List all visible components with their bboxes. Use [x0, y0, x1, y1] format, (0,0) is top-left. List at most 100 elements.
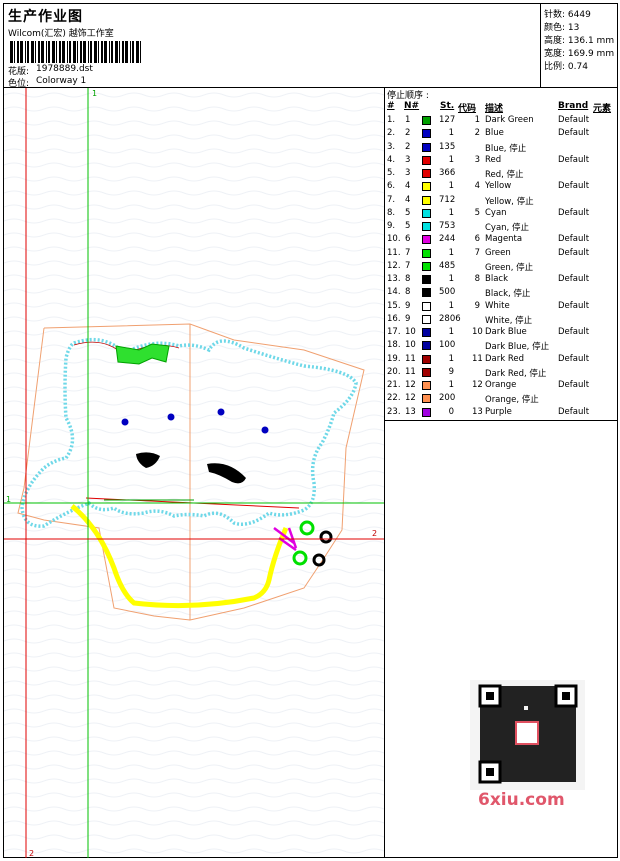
- row-st: 0: [448, 406, 454, 417]
- design-canvas: 1 1 2 2: [4, 88, 384, 858]
- row-desc: Dark Red: [485, 353, 525, 364]
- table-row: 13. 8 1 8 Black Default: [385, 274, 618, 287]
- row-no: 11: [405, 366, 416, 377]
- table-row: 3. 2 135 Blue, 停止: [385, 142, 618, 155]
- row-st: 1: [448, 300, 454, 311]
- row-desc: Blue: [485, 128, 504, 139]
- table-row: 16. 9 2806 White, 停止: [385, 314, 618, 327]
- row-desc: Dark Blue: [485, 327, 527, 337]
- row-desc: Dark Green: [485, 115, 534, 125]
- row-seq: 13.: [387, 274, 401, 284]
- embroidery-preview: 1 1 2 2: [4, 88, 384, 858]
- marker-y-bottom: 2: [29, 849, 34, 858]
- table-row: 22. 12 200 Orange, 停止: [385, 393, 618, 406]
- row-brand: Default: [558, 274, 590, 284]
- row-no: 9: [405, 300, 411, 311]
- row-code: 1: [474, 115, 480, 125]
- color-swatch: [422, 129, 431, 139]
- row-st: 1: [448, 154, 454, 165]
- row-brand: Default: [558, 327, 590, 337]
- table-row: 14. 8 500 Black, 停止: [385, 287, 618, 300]
- row-code: 7: [474, 247, 480, 258]
- color-swatch: [422, 301, 431, 311]
- col-no: N#: [404, 101, 420, 111]
- row-no: 9: [405, 313, 411, 324]
- row-brand: Default: [558, 353, 590, 364]
- color-swatch: [422, 261, 431, 271]
- row-code: 10: [472, 327, 483, 337]
- row-brand: Default: [558, 207, 590, 218]
- stat-height: 高度: 136.1 mm: [544, 36, 615, 46]
- row-st: 1: [448, 274, 454, 284]
- table-row: 6. 4 1 4 Yellow Default: [385, 181, 618, 194]
- table-row: 17. 10 1 10 Dark Blue Default: [385, 327, 618, 340]
- qr-code: [470, 680, 585, 790]
- table-row: 10. 6 244 6 Magenta Default: [385, 234, 618, 247]
- row-seq: 20.: [387, 366, 401, 377]
- row-seq: 19.: [387, 353, 401, 364]
- row-seq: 23.: [387, 406, 401, 417]
- color-swatch: [422, 407, 431, 417]
- row-no: 1: [405, 115, 411, 125]
- row-no: 3: [405, 154, 411, 165]
- row-st: 200: [439, 393, 456, 404]
- row-code: 6: [474, 234, 480, 245]
- color-swatch: [422, 195, 431, 205]
- design-value: 1978889.dst: [36, 64, 93, 74]
- row-desc: Dark Red, 停止: [485, 368, 547, 379]
- row-st: 1: [448, 207, 454, 218]
- row-no: 8: [405, 287, 411, 298]
- stats-panel: 针数: 6449 颜色: 13 高度: 136.1 mm 宽度: 169.9 m…: [540, 4, 619, 87]
- table-row: 8. 5 1 5 Cyan Default: [385, 208, 618, 221]
- row-seq: 1.: [387, 115, 396, 125]
- row-brand: Default: [558, 181, 590, 192]
- row-seq: 14.: [387, 287, 401, 298]
- row-seq: 8.: [387, 207, 396, 218]
- row-brand: Default: [558, 154, 590, 165]
- row-desc: Dark Blue, 停止: [485, 342, 550, 353]
- row-desc: Magenta: [485, 234, 523, 245]
- table-row: 20. 11 9 Dark Red, 停止: [385, 367, 618, 380]
- color-swatch: [422, 208, 431, 218]
- eye-left: [121, 418, 129, 426]
- row-brand: Default: [558, 406, 590, 417]
- table-row: 4. 3 1 3 Red Default: [385, 155, 618, 168]
- row-seq: 9.: [387, 221, 396, 231]
- stat-colors: 颜色: 13: [544, 23, 580, 33]
- row-seq: 6.: [387, 181, 396, 192]
- color-swatch: [422, 354, 431, 364]
- row-no: 11: [405, 353, 416, 364]
- row-st: 1: [448, 128, 454, 139]
- colorway-value: Colorway 1: [36, 76, 87, 86]
- stop-order-table: 停止顺序 : # N# St. 代码 描述 Brand 元素 1. 1 127 1 Da…: [385, 88, 618, 420]
- row-seq: 10.: [387, 234, 401, 245]
- row-desc: Yellow, 停止: [485, 196, 534, 207]
- row-no: 12: [405, 380, 416, 390]
- row-st: 366: [439, 168, 456, 178]
- color-swatch: [422, 235, 431, 245]
- row-no: 12: [405, 393, 416, 404]
- company-name: Wilcom(汇宏) 越饰工作室: [8, 29, 114, 39]
- watermark: 6xiu.com: [478, 790, 565, 810]
- color-swatch: [422, 341, 431, 351]
- row-code: 9: [474, 300, 480, 311]
- eye-left-2: [217, 408, 225, 416]
- marker-x-top: 1: [92, 89, 97, 98]
- row-no: 10: [405, 340, 416, 351]
- row-no: 13: [405, 406, 416, 417]
- row-brand: Default: [558, 234, 590, 245]
- row-no: 3: [405, 168, 411, 178]
- row-desc: White, 停止: [485, 315, 533, 326]
- stat-width: 宽度: 169.9 mm: [544, 49, 615, 59]
- color-swatch: [422, 328, 431, 337]
- row-st: 1: [448, 353, 454, 364]
- color-swatch: [422, 142, 431, 152]
- table-row: 12. 7 485 Green, 停止: [385, 261, 618, 274]
- table-row: 5. 3 366 Red, 停止: [385, 168, 618, 181]
- color-swatch: [422, 367, 431, 377]
- row-desc: Green, 停止: [485, 262, 534, 273]
- row-no: 5: [405, 207, 411, 218]
- row-st: 135: [439, 141, 456, 152]
- row-desc: Black, 停止: [485, 289, 531, 300]
- row-no: 10: [405, 327, 416, 337]
